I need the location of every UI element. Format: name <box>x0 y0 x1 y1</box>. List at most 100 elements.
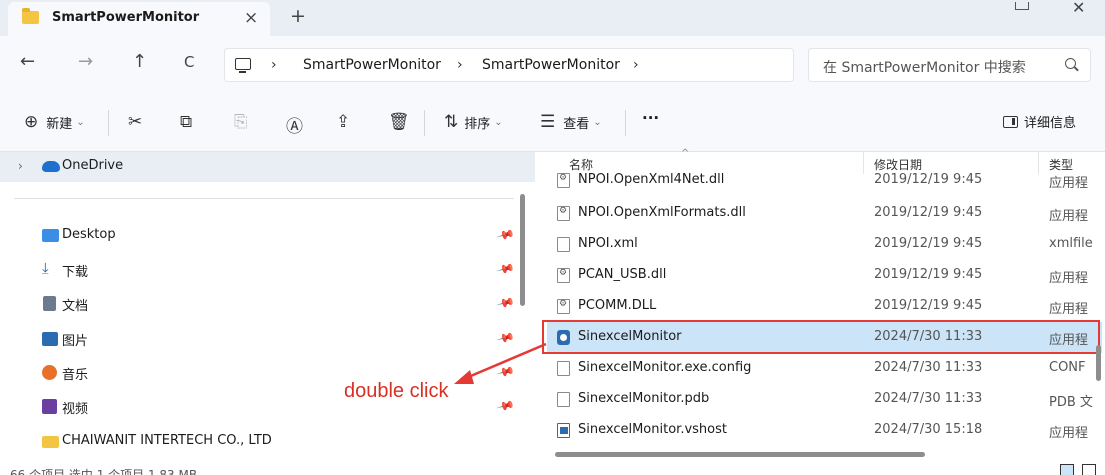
file-date: 2019/12/19 9:45 <box>874 205 983 220</box>
file-type: 应用程 <box>1049 271 1089 286</box>
sidebar-item-videos[interactable]: 视频 📌 <box>0 392 535 422</box>
share-icon[interactable]: ⇪ <box>336 112 350 132</box>
vertical-scrollbar[interactable] <box>1096 345 1101 381</box>
horizontal-scrollbar[interactable] <box>555 452 925 457</box>
pin-icon[interactable]: 📌 <box>496 259 516 279</box>
sidebar-item-label: 音乐 <box>62 368 89 383</box>
file-row[interactable]: PCAN_USB.dll 2019/12/19 9:45 应用程 <box>547 260 1102 291</box>
music-icon <box>42 365 57 380</box>
sidebar-item-downloads[interactable]: ⤓ 下载 📌 <box>0 255 535 285</box>
file-date: 2019/12/19 9:45 <box>874 236 983 251</box>
chevron-right-icon[interactable]: › <box>18 159 23 173</box>
file-row[interactable]: SinexcelMonitor.vshost 2024/7/30 15:18 应… <box>547 415 1102 446</box>
status-text: 66 个项目 选中 1 个项目 1.83 MB <box>10 468 198 475</box>
close-tab-icon[interactable]: × <box>244 8 258 28</box>
sidebar-item-onedrive[interactable]: › OneDrive <box>0 152 535 182</box>
forward-button[interactable]: → <box>78 51 93 72</box>
breadcrumb-separator: › <box>457 57 463 73</box>
file-row[interactable]: SinexcelMonitor.pdb 2024/7/30 11:33 PDB … <box>547 384 1102 415</box>
pin-icon[interactable]: 📌 <box>496 293 516 313</box>
breadcrumb-item[interactable]: SmartPowerMonitor <box>482 57 620 73</box>
documents-icon <box>43 296 56 311</box>
file-name: SinexcelMonitor.pdb <box>578 391 710 406</box>
folder-icon <box>22 8 39 24</box>
plus-circle-icon: ⊕ <box>24 112 39 132</box>
pin-icon[interactable]: 📌 <box>496 225 516 245</box>
tab-smartpowermonitor[interactable]: SmartPowerMonitor × <box>8 2 270 36</box>
file-type: 应用程 <box>1049 176 1089 191</box>
navigation-pane: › OneDrive Desktop 📌 ⤓ 下载 📌 文档 📌 图片 📌 音乐… <box>0 152 535 475</box>
sidebar-item-label: 下载 <box>62 265 89 280</box>
address-row: ← → ↑ C › SmartPowerMonitor › SmartPower… <box>0 36 1105 92</box>
file-row[interactable]: NPOI.xml 2019/12/19 9:45 xmlfile <box>547 229 1102 260</box>
file-name: SinexcelMonitor.exe.config <box>578 360 752 375</box>
chevron-down-icon: ⌄ <box>494 116 503 128</box>
file-type: 应用程 <box>1049 209 1089 224</box>
address-bar[interactable]: › SmartPowerMonitor › SmartPowerMonitor … <box>224 48 794 82</box>
sidebar-item-desktop[interactable]: Desktop 📌 <box>0 221 535 251</box>
annotation-text: double click <box>344 380 449 402</box>
sidebar-scrollbar[interactable] <box>520 194 525 306</box>
desktop-icon <box>42 229 59 242</box>
details-view-icon[interactable] <box>1060 464 1074 475</box>
download-icon: ⤓ <box>42 259 49 277</box>
sidebar-item-label: Desktop <box>62 227 116 242</box>
search-icon <box>1065 58 1076 69</box>
more-options-button[interactable]: ··· <box>642 109 659 127</box>
sidebar-item-label: CHAIWANIT INTERTECH CO., LTD <box>62 433 272 448</box>
file-icon <box>557 392 570 407</box>
new-tab-button[interactable]: + <box>290 5 306 27</box>
file-date: 2024/7/30 11:33 <box>874 391 983 406</box>
dll-file-icon <box>557 268 570 283</box>
view-button[interactable]: ☰ 查看 ⌄ <box>540 112 602 132</box>
breadcrumb-separator: › <box>271 57 277 73</box>
sort-button[interactable]: ⇅ 排序 ⌄ <box>444 112 503 132</box>
dll-file-icon <box>557 173 570 188</box>
copy-icon[interactable]: ⧉ <box>180 112 192 132</box>
search-input[interactable]: 在 SmartPowerMonitor 中搜索 <box>808 48 1091 82</box>
sidebar-item-label: 视频 <box>62 402 89 417</box>
up-button[interactable]: ↑ <box>132 51 147 72</box>
file-name: NPOI.OpenXml4Net.dll <box>578 172 725 187</box>
tab-bar: SmartPowerMonitor × + ✕ <box>0 0 1105 36</box>
breadcrumb-item[interactable]: SmartPowerMonitor <box>303 57 441 73</box>
dll-file-icon <box>557 206 570 221</box>
file-icon <box>557 237 570 252</box>
tiles-view-icon[interactable] <box>1082 464 1096 475</box>
file-list: 名称 ^ 修改日期 类型 NPOI.OpenXml4Net.dll 2019/1… <box>535 148 1105 475</box>
file-date: 2019/12/19 9:45 <box>874 172 983 187</box>
details-pane-button[interactable]: 详细信息 <box>1003 112 1076 131</box>
pin-icon[interactable]: 📌 <box>496 396 516 416</box>
sidebar-item-documents[interactable]: 文档 📌 <box>0 289 535 319</box>
sidebar-item-label: OneDrive <box>62 158 124 173</box>
pictures-icon <box>42 332 58 346</box>
file-icon <box>557 361 570 376</box>
sidebar-divider <box>14 198 514 199</box>
toolbar-divider <box>424 110 425 136</box>
file-row[interactable]: SinexcelMonitor.exe.config 2024/7/30 11:… <box>547 353 1102 384</box>
details-label: 详细信息 <box>1024 116 1077 131</box>
delete-icon[interactable]: 🗑 <box>388 112 410 132</box>
tab-title: SmartPowerMonitor <box>52 10 200 25</box>
refresh-button[interactable]: C <box>184 53 194 71</box>
paste-icon[interactable]: ⎘ <box>234 112 248 132</box>
back-button[interactable]: ← <box>20 51 35 72</box>
minimize-button[interactable] <box>1015 2 1029 10</box>
vshost-app-icon <box>557 423 570 438</box>
file-row[interactable]: PCOMM.DLL 2019/12/19 9:45 应用程 <box>547 291 1102 322</box>
rename-icon[interactable]: Ⓐ <box>286 112 303 137</box>
file-row[interactable]: NPOI.OpenXml4Net.dll 2019/12/19 9:45 应用程 <box>547 167 1102 195</box>
chevron-down-icon: ⌄ <box>76 116 85 128</box>
sort-ascending-icon: ^ <box>681 148 690 159</box>
file-row[interactable]: NPOI.OpenXmlFormats.dll 2019/12/19 9:45 … <box>547 198 1102 229</box>
folder-icon <box>42 436 59 448</box>
toolbar-divider <box>625 110 626 136</box>
command-bar: ⊕ 新建 ⌄ ✂ ⧉ ⎘ Ⓐ ⇪ 🗑 ⇅ 排序 ⌄ ☰ 查看 ⌄ ··· 详细信… <box>0 92 1105 152</box>
cut-icon[interactable]: ✂ <box>128 112 142 132</box>
file-type: CONF <box>1049 360 1086 375</box>
sidebar-item-chaiwanit[interactable]: CHAIWANIT INTERTECH CO., LTD <box>0 427 535 457</box>
new-button[interactable]: ⊕ 新建 ⌄ <box>24 112 85 132</box>
breadcrumb-separator: › <box>633 57 639 73</box>
close-window-button[interactable]: ✕ <box>1072 0 1085 17</box>
status-bar: 66 个项目 选中 1 个项目 1.83 MB <box>0 462 1105 475</box>
